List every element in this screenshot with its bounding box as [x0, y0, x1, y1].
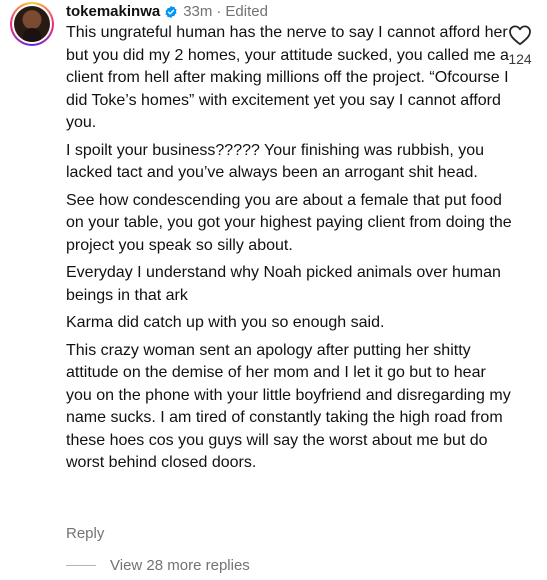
- like-count: 124: [508, 51, 532, 67]
- comment-paragraph: This ungrateful human has the nerve to s…: [66, 24, 509, 131]
- profile-photo: [14, 6, 50, 42]
- edited-label: Edited: [225, 3, 268, 20]
- comment-paragraph: I spoilt your business????? Your finishi…: [66, 141, 485, 182]
- avatar-ring: [12, 4, 52, 44]
- view-replies-button[interactable]: View 28 more replies: [66, 555, 250, 575]
- comment: tokemakinwa 33m · Edited This ungrateful…: [0, 0, 547, 580]
- avatar[interactable]: [10, 2, 54, 46]
- reply-button[interactable]: Reply: [66, 524, 104, 544]
- view-replies-label: View 28 more replies: [110, 556, 250, 574]
- comment-header: tokemakinwa 33m · Edited: [66, 2, 268, 22]
- comment-time: 33m: [183, 3, 213, 20]
- comment-paragraph: Karma did catch up with you so enough sa…: [66, 314, 385, 331]
- username[interactable]: tokemakinwa: [66, 2, 160, 22]
- comment-body: This ungrateful human has the nerve to s…: [66, 22, 516, 480]
- comment-paragraph: This crazy woman sent an apology after p…: [66, 341, 511, 472]
- replies-divider: [66, 564, 96, 566]
- heart-outline-icon[interactable]: [505, 24, 535, 46]
- comment-paragraph: Everyday I understand why Noah picked an…: [66, 264, 501, 304]
- meta-separator: ·: [216, 3, 222, 20]
- comment-paragraph: See how condescending you are about a fe…: [66, 191, 512, 254]
- verified-badge-icon: [165, 5, 177, 19]
